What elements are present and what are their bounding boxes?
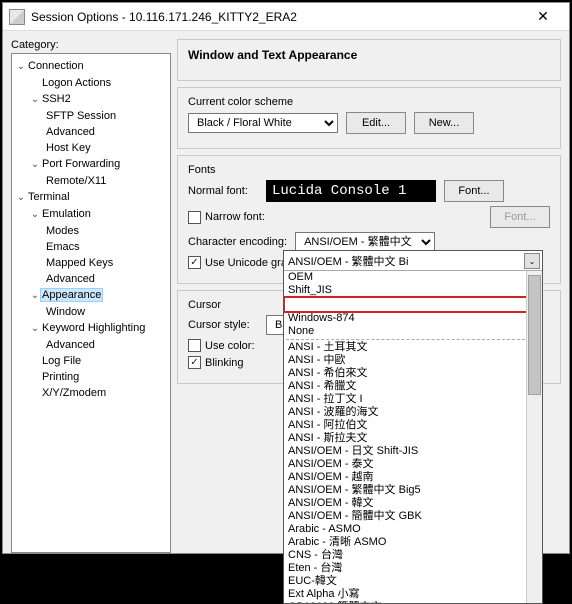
tree-connection[interactable]: Connection xyxy=(26,60,86,72)
tree-sftp[interactable]: SFTP Session xyxy=(44,110,118,122)
close-icon[interactable]: ✕ xyxy=(523,3,563,31)
encoding-option[interactable]: UTF-8 xyxy=(284,297,542,312)
encoding-option[interactable]: ANSI - 阿拉伯文 xyxy=(284,419,542,432)
encoding-option[interactable]: None xyxy=(284,325,542,338)
encoding-option[interactable]: OEM xyxy=(284,271,542,284)
chevron-down-icon[interactable]: ⌄ xyxy=(524,253,540,269)
tree-adv3[interactable]: Advanced xyxy=(44,339,97,351)
encoding-option[interactable]: ANSI - 中歐 xyxy=(284,354,542,367)
scrollbar-thumb[interactable] xyxy=(528,275,541,395)
tree-window[interactable]: Window xyxy=(44,306,87,318)
encoding-option[interactable]: ANSI/OEM - 韓文 xyxy=(284,497,542,510)
color-scheme-select[interactable]: Black / Floral White xyxy=(188,113,338,133)
blinking-checkbox[interactable]: ✓Blinking xyxy=(188,356,244,369)
chevron-down-icon[interactable]: ⌄ xyxy=(30,207,40,223)
encoding-option[interactable]: ANSI/OEM - 日文 Shift-JIS xyxy=(284,445,542,458)
encoding-option[interactable]: ANSI/OEM - 泰文 xyxy=(284,458,542,471)
chevron-down-icon[interactable]: ⌄ xyxy=(30,157,40,173)
encoding-option[interactable]: ANSI - 斯拉夫文 xyxy=(284,432,542,445)
encoding-option[interactable]: ANSI - 波羅的海文 xyxy=(284,406,542,419)
color-scheme-group: Current color scheme Black / Floral Whit… xyxy=(177,87,561,149)
tree-terminal[interactable]: Terminal xyxy=(26,191,72,203)
tree-log[interactable]: Log File xyxy=(40,355,83,367)
encoding-dropdown-combo[interactable]: ANSI/OEM - 繁體中文 Bi ⌄ xyxy=(284,251,542,271)
encoding-option[interactable]: ANSI/OEM - 繁體中文 Big5 xyxy=(284,484,542,497)
tree-modes[interactable]: Modes xyxy=(44,225,81,237)
tree-logon[interactable]: Logon Actions xyxy=(40,77,113,89)
normal-font-label: Normal font: xyxy=(188,185,258,197)
font-button[interactable]: Font... xyxy=(444,180,504,202)
encoding-option[interactable]: EUC-韓文 xyxy=(284,575,542,588)
encoding-option[interactable]: ANSI - 土耳其文 xyxy=(284,341,542,354)
encoding-option[interactable]: Windows-874 xyxy=(284,312,542,325)
tree-adv2[interactable]: Advanced xyxy=(44,273,97,285)
app-icon xyxy=(9,9,25,25)
chevron-down-icon[interactable]: ⌄ xyxy=(30,321,40,337)
char-encoding-label: Character encoding: xyxy=(188,236,287,248)
scrollbar[interactable] xyxy=(526,271,542,603)
category-label: Category: xyxy=(11,39,171,51)
tree-print[interactable]: Printing xyxy=(40,371,81,383)
tree-appearance[interactable]: Appearance xyxy=(40,288,103,302)
tree-keyhl[interactable]: Keyword Highlighting xyxy=(40,322,147,334)
encoding-option[interactable]: ANSI/OEM - 簡體中文 GBK xyxy=(284,510,542,523)
tree-port[interactable]: Port Forwarding xyxy=(40,158,122,170)
encoding-option[interactable]: ANSI/OEM - 越南 xyxy=(284,471,542,484)
panel-heading: Window and Text Appearance xyxy=(188,48,550,62)
encoding-option[interactable]: Arabic - ASMO xyxy=(284,523,542,536)
chevron-down-icon[interactable]: ⌄ xyxy=(16,190,26,206)
encoding-option[interactable]: Arabic - 清晰 ASMO xyxy=(284,536,542,549)
tree-emacs[interactable]: Emacs xyxy=(44,241,82,253)
window-title: Session Options - 10.116.171.246_KITTY2_… xyxy=(31,10,523,24)
encoding-option[interactable]: CNS - 台灣 xyxy=(284,549,542,562)
encoding-option[interactable]: ANSI - 拉丁文 I xyxy=(284,393,542,406)
font-sample: Lucida Console 1 xyxy=(266,180,436,202)
new-button[interactable]: New... xyxy=(414,112,474,134)
encoding-option[interactable]: GB18030 簡體中文 xyxy=(284,601,542,603)
tree-xyz[interactable]: X/Y/Zmodem xyxy=(40,387,108,399)
fonts-label: Fonts xyxy=(188,164,550,176)
chevron-down-icon[interactable]: ⌄ xyxy=(30,92,40,108)
tree-mapped[interactable]: Mapped Keys xyxy=(44,257,115,269)
chevron-down-icon[interactable]: ⌄ xyxy=(30,288,40,304)
encoding-option[interactable]: ANSI - 希臘文 xyxy=(284,380,542,393)
narrow-font-checkbox[interactable]: Narrow font: xyxy=(188,211,265,224)
encoding-option[interactable]: ANSI - 希伯來文 xyxy=(284,367,542,380)
tree-remote[interactable]: Remote/X11 xyxy=(44,175,108,187)
use-color-checkbox[interactable]: Use color: xyxy=(188,339,255,352)
tree-emul[interactable]: Emulation xyxy=(40,208,93,220)
category-tree[interactable]: ⌄Connection Logon Actions ⌄SSH2 SFTP Ses… xyxy=(11,53,171,553)
tree-ssh2[interactable]: SSH2 xyxy=(40,93,73,105)
tree-adv1[interactable]: Advanced xyxy=(44,126,97,138)
encoding-option[interactable]: Shift_JIS xyxy=(284,284,542,297)
cursor-style-label: Cursor style: xyxy=(188,319,258,331)
char-encoding-select[interactable]: ANSI/OEM - 繁體中文 Bi xyxy=(295,232,435,252)
encoding-option[interactable]: Ext Alpha 小寫 xyxy=(284,588,542,601)
encoding-option[interactable]: Eten - 台灣 xyxy=(284,562,542,575)
titlebar: Session Options - 10.116.171.246_KITTY2_… xyxy=(3,3,569,31)
font-button-disabled: Font... xyxy=(490,206,550,228)
edit-button[interactable]: Edit... xyxy=(346,112,406,134)
encoding-dropdown[interactable]: ANSI/OEM - 繁體中文 Bi ⌄ OEMShift_JISUTF-8Wi… xyxy=(283,250,543,604)
scheme-label: Current color scheme xyxy=(188,96,550,108)
separator xyxy=(286,339,540,340)
tree-host[interactable]: Host Key xyxy=(44,142,93,154)
appearance-panel-header: Window and Text Appearance xyxy=(177,39,561,81)
chevron-down-icon[interactable]: ⌄ xyxy=(16,59,26,75)
